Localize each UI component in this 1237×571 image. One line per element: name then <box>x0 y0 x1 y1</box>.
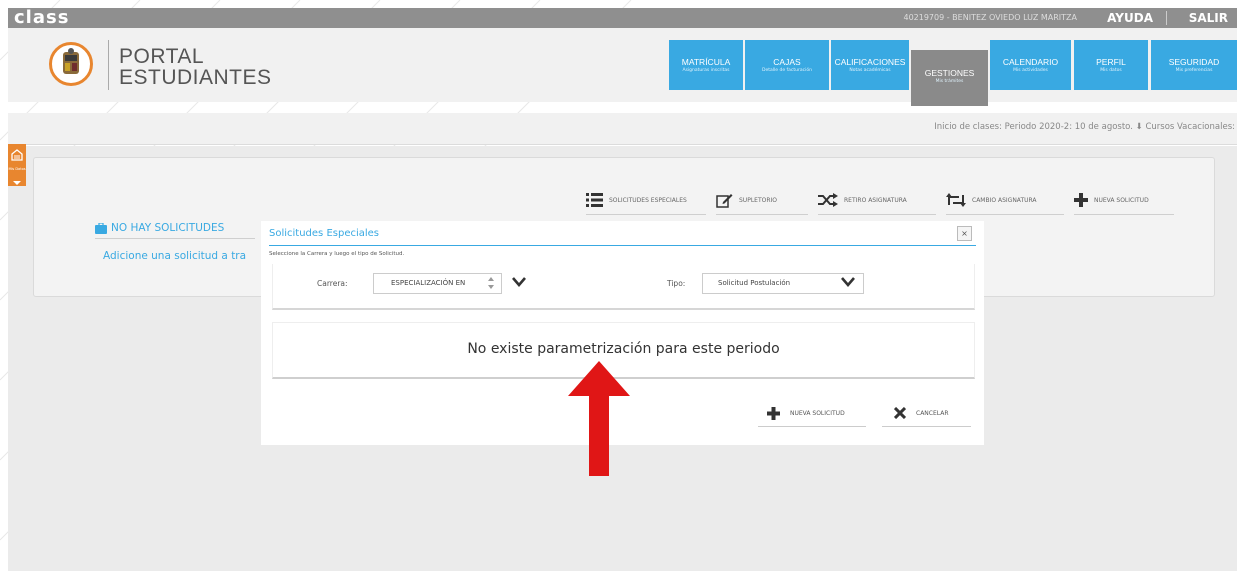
nav-perfil-label: PERFIL <box>1096 57 1126 67</box>
red-arrow-annotation <box>568 361 630 476</box>
change-course-label: CAMBIO ASIGNATURA <box>972 196 1037 204</box>
nav-calificaciones-sub: Notas académicas <box>849 68 891 73</box>
nav-calendario-sub: Mis actividades <box>1013 68 1048 73</box>
type-select[interactable]: Solicitud Postulación <box>702 273 864 294</box>
change-course-button[interactable]: CAMBIO ASIGNATURA <box>946 186 1064 215</box>
special-requests-button[interactable]: SOLICITUDES ESPECIALES <box>586 186 706 215</box>
new-request-button[interactable]: NUEVA SOLICITUD <box>1074 186 1174 215</box>
spinner-icon[interactable] <box>487 276 495 290</box>
modal-title: Solicitudes Especiales <box>269 228 380 239</box>
nav-cajas-sub: Detalle de facturación <box>762 68 812 73</box>
supletorio-label: SUPLETORIO <box>739 196 778 204</box>
profile-icon <box>11 149 23 161</box>
new-request-label: NUEVA SOLICITUD <box>1094 196 1149 204</box>
portal-title: PORTAL ESTUDIANTES <box>119 46 272 88</box>
retweet-icon <box>946 193 966 207</box>
help-link[interactable]: AYUDA <box>1107 8 1153 28</box>
nav-gestiones[interactable]: GESTIONES Mis trámites <box>911 50 988 106</box>
plus-icon <box>767 406 780 420</box>
my-data-tab[interactable]: Mis Datos <box>8 144 26 186</box>
class-logo: class <box>14 7 70 28</box>
nav-calificaciones[interactable]: CALIFICACIONES Notas académicas <box>831 40 909 90</box>
list-icon <box>586 193 603 207</box>
university-emblem <box>49 42 93 86</box>
withdraw-course-label: RETIRO ASIGNATURA <box>844 196 907 204</box>
close-icon <box>894 407 906 419</box>
request-form: Carrera: ESPECIALIZACIÓN EN Tipo: Solici… <box>272 264 975 310</box>
modal-cancel-button[interactable]: CANCELAR <box>882 400 971 427</box>
type-select-value: Solicitud Postulación <box>718 279 791 287</box>
my-data-tab-label: Mis Datos <box>8 167 26 171</box>
info-bar-text: Inicio de clases: Periodo 2020-2: 10 de … <box>934 122 1235 132</box>
portal-title-line2: ESTUDIANTES <box>119 66 272 89</box>
logout-link[interactable]: SALIR <box>1189 8 1228 28</box>
nav-matricula[interactable]: MATRÍCULA Asignaturas inscritas <box>669 40 743 90</box>
modal-new-request-label: NUEVA SOLICITUD <box>790 409 845 417</box>
nav-seguridad[interactable]: SEGURIDAD Mis preferencias <box>1151 40 1237 90</box>
nav-cajas-label: CAJAS <box>773 57 801 67</box>
nav-matricula-label: MATRÍCULA <box>681 57 731 67</box>
modal-title-divider <box>269 245 976 246</box>
briefcase-icon <box>95 222 107 234</box>
nav-gestiones-sub: Mis trámites <box>935 79 964 84</box>
heading-underline <box>95 238 255 239</box>
add-request-hint: Adicione una solicitud a tra <box>103 250 247 262</box>
plus-icon <box>1074 193 1088 207</box>
nav-calendario[interactable]: CALENDARIO Mis actividades <box>990 40 1071 90</box>
portal-title-line1: PORTAL <box>119 45 205 68</box>
career-select-value: ESPECIALIZACIÓN EN <box>391 279 466 287</box>
chevron-down-icon[interactable] <box>512 277 526 287</box>
no-parametrization-message: No existe parametrización para este peri… <box>467 341 780 357</box>
no-requests-heading: NO HAY SOLICITUDES <box>95 222 224 234</box>
shuffle-icon <box>818 193 838 207</box>
modal-instruction: Seleccione la Carrera y luego el tipo de… <box>269 251 405 257</box>
modal-cancel-label: CANCELAR <box>916 409 949 417</box>
nav-cajas[interactable]: CAJAS Detalle de facturación <box>745 40 829 90</box>
career-label: Carrera: <box>317 279 348 288</box>
supletorio-button[interactable]: SUPLETORIO <box>716 186 808 215</box>
withdraw-course-button[interactable]: RETIRO ASIGNATURA <box>818 186 936 215</box>
chevron-down-icon[interactable] <box>841 277 855 287</box>
user-info: 40219709 - BENITEZ OVIEDO LUZ MARITZA <box>903 13 1077 22</box>
no-requests-label: NO HAY SOLICITUDES <box>111 222 225 234</box>
topbar-divider <box>1166 11 1167 25</box>
portal-divider <box>108 40 109 90</box>
close-icon[interactable]: × <box>957 226 972 241</box>
chevron-down-icon <box>13 181 21 185</box>
career-select[interactable]: ESPECIALIZACIÓN EN <box>373 273 502 294</box>
nav-calendario-label: CALENDARIO <box>1002 57 1059 67</box>
header: PORTAL ESTUDIANTES MATRÍCULA Asignaturas… <box>8 28 1237 106</box>
nav-matricula-sub: Asignaturas inscritas <box>682 68 730 73</box>
nav-seguridad-sub: Mis preferencias <box>1175 68 1213 73</box>
nav-perfil-sub: Mis datos <box>1100 68 1122 73</box>
edit-icon <box>716 193 733 208</box>
nav-seguridad-label: SEGURIDAD <box>1168 57 1220 67</box>
modal-new-request-button[interactable]: NUEVA SOLICITUD <box>758 400 866 427</box>
nav-perfil[interactable]: PERFIL Mis datos <box>1074 40 1148 90</box>
type-label: Tipo: <box>667 279 686 288</box>
nav-calificaciones-label: CALIFICACIONES <box>834 57 906 67</box>
special-requests-label: SOLICITUDES ESPECIALES <box>609 196 687 204</box>
nav-gestiones-label: GESTIONES <box>924 68 975 78</box>
top-bar: class 40219709 - BENITEZ OVIEDO LUZ MARI… <box>8 8 1237 28</box>
info-bar: Inicio de clases: Periodo 2020-2: 10 de … <box>8 113 1237 145</box>
